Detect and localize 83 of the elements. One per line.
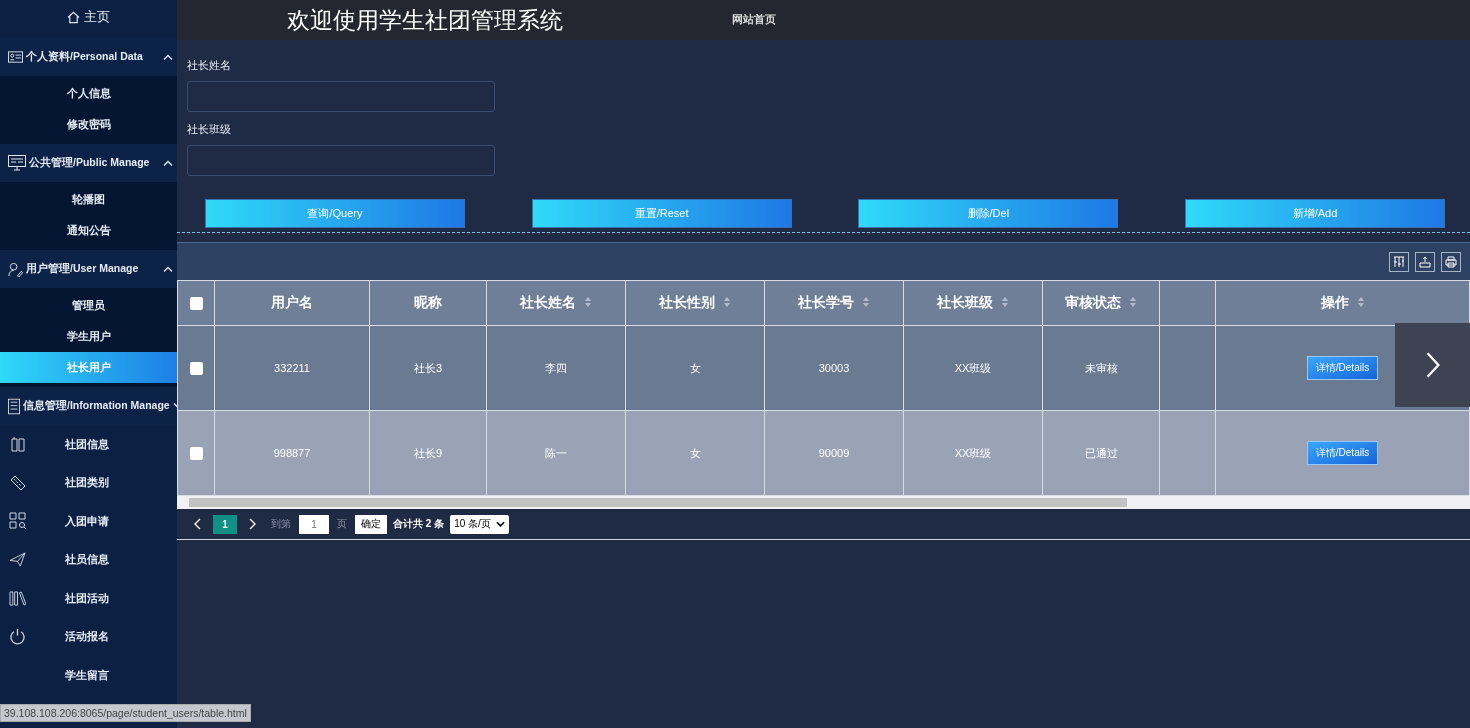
previous-page-icon[interactable] bbox=[193, 518, 201, 530]
column-title: 社长性别 bbox=[659, 294, 715, 310]
book-icon bbox=[9, 436, 26, 453]
sidebar-item[interactable]: 活动报名 bbox=[0, 617, 177, 656]
table-cell: 332211 bbox=[274, 362, 310, 374]
select-all-checkbox[interactable] bbox=[189, 296, 203, 310]
column-title: 社长姓名 bbox=[520, 294, 576, 310]
chevron-up-icon bbox=[163, 160, 173, 166]
table-cell: 社长9 bbox=[413, 446, 443, 459]
print-button[interactable] bbox=[1441, 251, 1461, 272]
page-number[interactable]: 1 bbox=[213, 514, 237, 534]
row-checkbox[interactable] bbox=[189, 446, 203, 460]
sidebar-item[interactable]: 社团类别 bbox=[0, 463, 177, 502]
confirm-button[interactable]: 确定 bbox=[355, 514, 387, 534]
id-card-icon bbox=[8, 51, 23, 63]
table-cell: 女 bbox=[689, 361, 701, 374]
column-title: 社长学号 bbox=[798, 294, 854, 310]
sort-icon[interactable] bbox=[1129, 296, 1137, 308]
sidebar-item[interactable]: 社员信息 bbox=[0, 540, 177, 579]
table-cell: 90009 bbox=[818, 447, 850, 459]
ruler-icon bbox=[8, 473, 27, 492]
field-label: 社长班级 bbox=[187, 122, 232, 137]
site-home-link[interactable]: 网站首页 bbox=[732, 13, 776, 27]
grid-search-icon bbox=[8, 512, 27, 531]
monitor-icon bbox=[8, 155, 26, 171]
sidebar-item[interactable]: 轮播图 bbox=[0, 184, 177, 215]
column-title: 社长班级 bbox=[937, 294, 993, 310]
row-checkbox[interactable] bbox=[189, 361, 203, 375]
horizontal-scrollbar[interactable] bbox=[177, 496, 1470, 509]
table-cell: 李四 bbox=[545, 361, 567, 374]
sidebar-item[interactable]: 修改密码 bbox=[0, 109, 177, 140]
sidebar-item[interactable]: 管理员 bbox=[0, 290, 177, 321]
input-field[interactable] bbox=[187, 81, 495, 112]
table-cell: XX班级 bbox=[954, 446, 992, 459]
chevron-up-icon bbox=[163, 266, 173, 272]
sidebar-item[interactable]: 个人信息 bbox=[0, 78, 177, 109]
page-title: 欢迎使用学生社团管理系统 bbox=[287, 5, 564, 35]
column-title: 审核状态 bbox=[1065, 294, 1121, 310]
sidebar-item[interactable]: 学生留言 bbox=[0, 656, 177, 695]
goto-label: 到第 bbox=[271, 517, 291, 531]
home-icon bbox=[67, 10, 80, 24]
page-input[interactable]: 1 bbox=[299, 514, 329, 534]
next-page-icon[interactable] bbox=[249, 518, 257, 530]
sort-icon[interactable] bbox=[584, 296, 592, 308]
total-count: 合计共 2 条 bbox=[393, 517, 445, 531]
input-field[interactable] bbox=[187, 145, 495, 176]
sidebar-item[interactable]: 入团申请 bbox=[0, 502, 177, 541]
dropdown-caret-icon bbox=[495, 521, 505, 527]
sidebar-item[interactable]: 学生用户 bbox=[0, 321, 177, 352]
export-button[interactable] bbox=[1415, 251, 1435, 272]
column-title: 昵称 bbox=[414, 294, 442, 310]
table-cell: 社长3 bbox=[413, 361, 443, 374]
filter-icon bbox=[1393, 255, 1405, 268]
page-unit: 页 bbox=[337, 517, 347, 531]
table-cell: 陈一 bbox=[545, 446, 567, 459]
column-title: 用户名 bbox=[271, 294, 313, 310]
status-url: 39.108.108.206:8065/page/student_users/table.html bbox=[0, 704, 251, 722]
table-cell: 30003 bbox=[818, 362, 850, 374]
column-title: 操作 bbox=[1320, 294, 1349, 310]
sidebar-item[interactable]: 社团信息 bbox=[0, 425, 177, 464]
paper-plane-icon bbox=[9, 552, 26, 568]
page-size-select[interactable]: 10 条/页 bbox=[450, 514, 509, 534]
sort-icon[interactable] bbox=[862, 296, 870, 308]
sort-icon[interactable] bbox=[723, 296, 731, 308]
chevron-up-icon bbox=[163, 54, 173, 60]
table-cell: 未审核 bbox=[1084, 361, 1118, 374]
table-cell: 女 bbox=[689, 446, 701, 459]
export-icon bbox=[1419, 255, 1431, 268]
sort-icon[interactable] bbox=[1356, 296, 1365, 308]
user-edit-icon bbox=[8, 261, 23, 277]
print-icon bbox=[1445, 255, 1457, 268]
sidebar-item[interactable]: 社团活动 bbox=[0, 579, 177, 618]
sidebar-item[interactable]: 通知公告 bbox=[0, 215, 177, 246]
columns-filter-button[interactable] bbox=[1389, 251, 1409, 272]
table-cell: 已通过 bbox=[1084, 446, 1118, 459]
table-cell: XX班级 bbox=[954, 361, 992, 374]
table-cell: 998877 bbox=[273, 447, 311, 459]
field-label: 社长姓名 bbox=[187, 58, 232, 73]
home-link[interactable]: 主页 bbox=[0, 0, 177, 34]
sort-icon[interactable] bbox=[1001, 296, 1009, 308]
power-icon bbox=[9, 628, 26, 646]
books-icon bbox=[9, 590, 26, 606]
document-icon bbox=[8, 397, 20, 415]
